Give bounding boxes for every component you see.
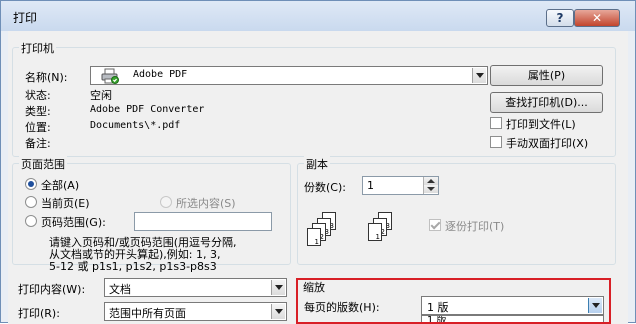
copies-count-input[interactable]: 1 bbox=[362, 176, 439, 195]
range-current-page-radio[interactable] bbox=[25, 196, 37, 208]
printer-select[interactable]: Adobe PDF bbox=[90, 66, 488, 85]
chevron-down-icon[interactable] bbox=[271, 280, 285, 295]
type-value: Adobe PDF Converter bbox=[90, 104, 205, 115]
spin-up-icon[interactable] bbox=[424, 177, 438, 185]
range-current-page-label[interactable]: 当前页(E) bbox=[41, 195, 90, 211]
status-value: 空闲 bbox=[90, 89, 112, 102]
print-pages-select[interactable]: 范围中所有页面 bbox=[104, 302, 287, 321]
print-label: 打印(R): bbox=[18, 307, 60, 320]
status-label: 状态: bbox=[25, 89, 51, 102]
range-pages-radio[interactable] bbox=[25, 215, 37, 227]
range-all-label[interactable]: 全部(A) bbox=[41, 177, 79, 193]
collate-label: 逐份打印(T) bbox=[445, 220, 505, 233]
range-pages-label[interactable]: 页码范围(G): bbox=[41, 214, 106, 230]
printer-name-label: 名称(N): bbox=[25, 71, 68, 84]
print-dialog: 打印 ? ✕ 打印机 名称(N): Adobe PDF 属性(P) 状态: 空闲… bbox=[0, 0, 636, 324]
spin-down-icon[interactable] bbox=[424, 185, 438, 193]
manual-duplex-label[interactable]: 手动双面打印(X) bbox=[506, 135, 588, 151]
chevron-down-icon[interactable] bbox=[472, 68, 486, 83]
print-what-value: 文档 bbox=[109, 283, 131, 296]
printer-name-value: Adobe PDF bbox=[133, 69, 188, 80]
page-number-1: 1 bbox=[307, 228, 321, 246]
print-what-label: 打印内容(W): bbox=[18, 283, 86, 296]
title-bar[interactable]: 打印 ? ✕ bbox=[1, 1, 635, 31]
print-pages-value: 范围中所有页面 bbox=[109, 307, 186, 320]
type-label: 类型: bbox=[25, 105, 51, 118]
copies-spinner[interactable] bbox=[423, 177, 438, 194]
print-to-file-checkbox[interactable] bbox=[490, 117, 502, 129]
print-what-select[interactable]: 文档 bbox=[104, 278, 287, 297]
range-selection-label: 所选内容(S) bbox=[176, 197, 236, 210]
properties-button[interactable]: 属性(P) bbox=[490, 65, 603, 86]
range-help-line-3: 5-12 或 p1s1, p1s2, p1s3-p8s3 bbox=[49, 260, 217, 273]
window-title: 打印 bbox=[13, 11, 38, 25]
copies-count-value: 1 bbox=[367, 179, 374, 192]
chevron-down-icon[interactable] bbox=[271, 304, 285, 319]
page-number-1b: 1 bbox=[368, 223, 382, 241]
page-range-input[interactable] bbox=[134, 212, 272, 231]
print-to-file-label[interactable]: 打印到文件(L) bbox=[506, 116, 576, 132]
dialog-content: 打印机 名称(N): Adobe PDF 属性(P) 状态: 空闲 类型: Ad… bbox=[8, 31, 628, 324]
uncollated-pages-icon: 3 3 2 1 bbox=[304, 196, 344, 246]
manual-duplex-checkbox[interactable] bbox=[490, 136, 502, 148]
page-range-group-label: 页面范围 bbox=[19, 156, 67, 172]
location-label: 位置: bbox=[25, 121, 51, 134]
copies-count-label: 份数(C): bbox=[304, 181, 346, 194]
collate-checkbox bbox=[429, 219, 441, 231]
comment-label: 备注: bbox=[25, 137, 51, 150]
collated-pages-icon: 3 2 1 bbox=[360, 196, 400, 246]
location-value: Documents\*.pdf bbox=[90, 120, 181, 131]
printer-icon bbox=[101, 68, 119, 84]
highlight-box bbox=[296, 278, 611, 324]
printer-group-label: 打印机 bbox=[19, 40, 56, 56]
range-all-radio[interactable] bbox=[25, 178, 37, 190]
help-button[interactable]: ? bbox=[546, 9, 574, 27]
copies-group-label: 副本 bbox=[304, 156, 330, 172]
range-selection-radio bbox=[160, 196, 172, 208]
close-button[interactable]: ✕ bbox=[574, 9, 620, 27]
find-printer-button[interactable]: 查找打印机(D)... bbox=[490, 92, 603, 113]
